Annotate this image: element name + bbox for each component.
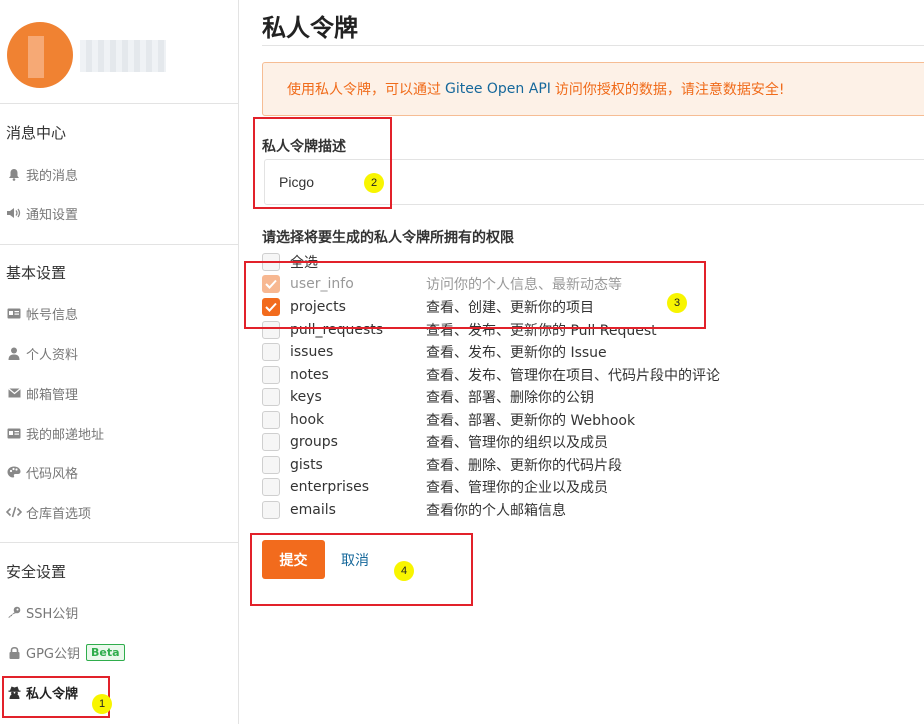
permission-row-issues[interactable]: issues 查看、发布、更新你的 Issue — [262, 341, 607, 363]
code-icon — [6, 504, 22, 520]
permission-desc: 查看、管理你的组织以及成员 — [426, 435, 608, 451]
permission-name: issues — [290, 344, 334, 360]
page-title: 私人令牌 — [262, 14, 358, 42]
sidebar-item-account-info[interactable]: 帐号信息 — [6, 301, 78, 325]
alert-api-link[interactable]: Gitee Open API — [445, 81, 551, 97]
palette-icon — [6, 464, 22, 480]
title-divider — [262, 45, 924, 46]
annotation-marker-4: 4 — [394, 561, 414, 581]
id-card-icon — [6, 305, 22, 321]
permission-desc: 查看、部署、更新你的 Webhook — [426, 413, 636, 429]
permission-row-hook[interactable]: hook 查看、部署、更新你的 Webhook — [262, 409, 635, 431]
permission-checkbox[interactable] — [262, 343, 280, 361]
sidebar-item-email-management[interactable]: 邮箱管理 — [6, 381, 78, 405]
annotation-box-2 — [253, 117, 392, 209]
envelope-icon — [6, 385, 22, 401]
permission-desc: 查看你的个人邮箱信息 — [426, 503, 566, 519]
blurred-username — [80, 40, 166, 72]
sidebar: 消息中心 我的消息 通知设置 基本设置 帐号信息 个人资料 邮箱管理 我的邮递地… — [0, 0, 239, 724]
permission-name: keys — [290, 389, 322, 405]
sidebar-item-label: SSH公钥 — [26, 606, 79, 622]
sidebar-item-gpg-keys[interactable]: GPG公钥 Beta — [6, 640, 125, 664]
permission-row-groups[interactable]: groups 查看、管理你的组织以及成员 — [262, 431, 608, 453]
sidebar-item-code-style[interactable]: 代码风格 — [6, 460, 78, 484]
blurred-avatar-overlay — [28, 36, 44, 78]
permission-row-keys[interactable]: keys 查看、部署、删除你的公钥 — [262, 386, 594, 408]
permission-name: hook — [290, 412, 325, 428]
alert-text-before: 使用私人令牌，可以通过 — [287, 82, 441, 98]
annotation-box-3 — [244, 261, 706, 329]
sidebar-item-my-messages[interactable]: 我的消息 — [6, 162, 78, 186]
permission-checkbox[interactable] — [262, 366, 280, 384]
permission-row-enterprises[interactable]: enterprises 查看、管理你的企业以及成员 — [262, 476, 608, 498]
permission-row-emails[interactable]: emails 查看你的个人邮箱信息 — [262, 499, 566, 521]
sidebar-item-profile[interactable]: 个人资料 — [6, 341, 78, 365]
permission-desc: 查看、部署、删除你的公钥 — [426, 390, 594, 406]
address-card-icon — [6, 425, 22, 441]
speaker-icon — [6, 205, 22, 221]
profile-header — [0, 0, 239, 104]
permissions-label: 请选择将要生成的私人令牌所拥有的权限 — [262, 230, 514, 246]
annotation-marker-1: 1 — [92, 694, 112, 714]
annotation-marker-2: 2 — [364, 173, 384, 193]
permission-checkbox[interactable] — [262, 478, 280, 496]
sidebar-item-repo-preferences[interactable]: 仓库首选项 — [6, 500, 91, 524]
permission-name: emails — [290, 502, 336, 518]
permission-desc: 查看、发布、更新你的 Issue — [426, 345, 607, 361]
user-icon — [6, 345, 22, 361]
lock-icon — [6, 644, 22, 660]
permission-name: enterprises — [290, 479, 370, 495]
permission-checkbox[interactable] — [262, 388, 280, 406]
sidebar-item-label: GPG公钥 — [26, 646, 80, 662]
app-root: 消息中心 我的消息 通知设置 基本设置 帐号信息 个人资料 邮箱管理 我的邮递地… — [0, 0, 924, 724]
permission-desc: 查看、删除、更新你的代码片段 — [426, 458, 622, 474]
sidebar-divider — [0, 542, 239, 543]
permission-row-notes[interactable]: notes 查看、发布、管理你在项目、代码片段中的评论 — [262, 364, 720, 386]
permission-name: groups — [290, 434, 338, 450]
sidebar-item-ssh-keys[interactable]: SSH公钥 — [6, 600, 78, 624]
permission-name: notes — [290, 367, 329, 383]
section-title-message-center: 消息中心 — [6, 124, 67, 142]
sidebar-item-label: 帐号信息 — [26, 307, 79, 323]
sidebar-divider — [0, 244, 239, 245]
annotation-box-4 — [250, 533, 473, 606]
permission-desc: 查看、发布、管理你在项目、代码片段中的评论 — [426, 368, 720, 384]
permission-name: gists — [290, 457, 323, 473]
permission-row-gists[interactable]: gists 查看、删除、更新你的代码片段 — [262, 454, 622, 476]
sidebar-item-label: 代码风格 — [26, 466, 79, 482]
sidebar-item-label: 我的消息 — [26, 168, 79, 184]
sidebar-item-notification-settings[interactable]: 通知设置 — [6, 201, 78, 225]
sidebar-item-label: 邮箱管理 — [26, 387, 79, 403]
sidebar-item-label: 个人资料 — [26, 347, 79, 363]
key-icon — [6, 604, 22, 620]
bell-icon — [6, 166, 22, 182]
permission-checkbox[interactable] — [262, 456, 280, 474]
permission-checkbox[interactable] — [262, 433, 280, 451]
permission-checkbox[interactable] — [262, 501, 280, 519]
section-title-security-settings: 安全设置 — [6, 563, 67, 581]
sidebar-item-mailing-address[interactable]: 我的邮递地址 — [6, 421, 104, 445]
security-alert: 使用私人令牌，可以通过 Gitee Open API 访问你授权的数据，请注意数… — [262, 62, 924, 116]
permission-desc: 查看、管理你的企业以及成员 — [426, 480, 608, 496]
alert-text-after: 访问你授权的数据，请注意数据安全! — [554, 82, 785, 98]
beta-badge: Beta — [86, 643, 125, 661]
sidebar-item-label: 通知设置 — [26, 207, 79, 223]
annotation-marker-3: 3 — [667, 293, 687, 313]
sidebar-item-label: 仓库首选项 — [26, 506, 92, 522]
sidebar-item-label: 我的邮递地址 — [26, 427, 105, 443]
section-title-basic-settings: 基本设置 — [6, 264, 67, 282]
permission-checkbox[interactable] — [262, 411, 280, 429]
